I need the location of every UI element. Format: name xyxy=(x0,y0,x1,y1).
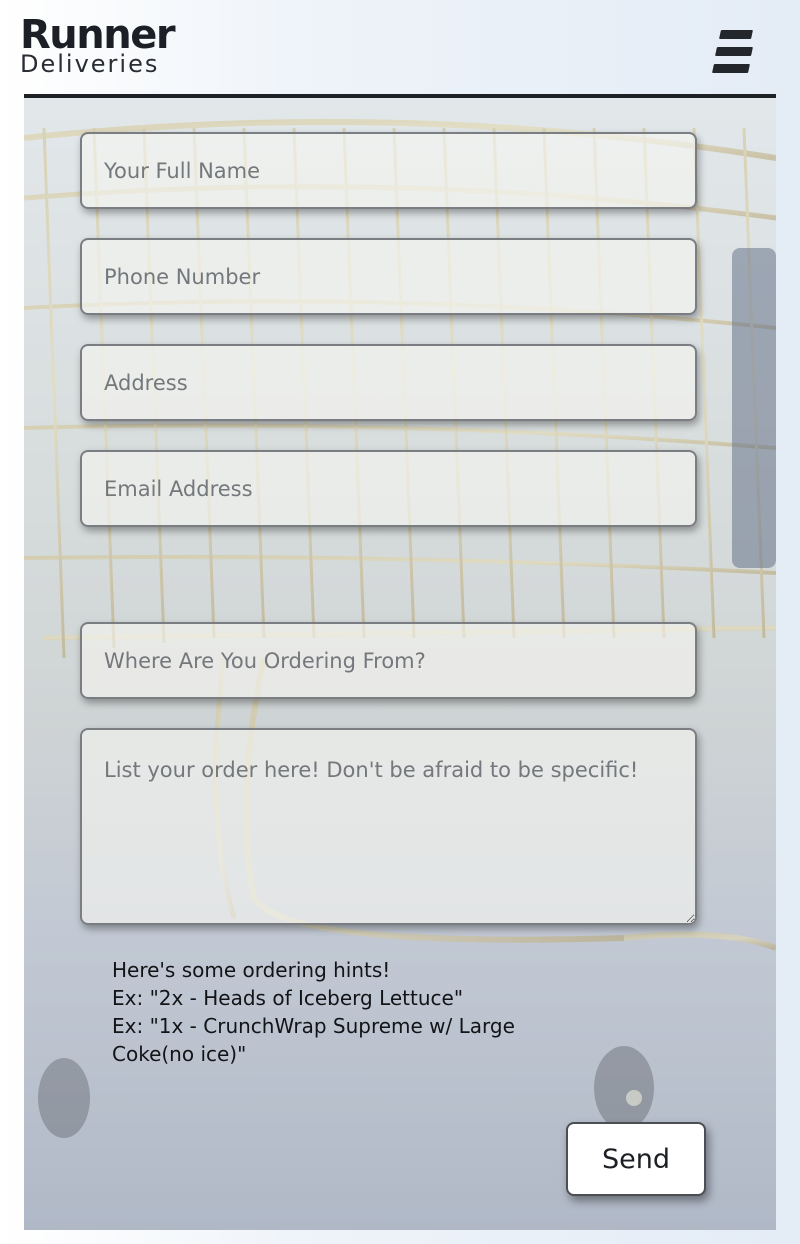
ordering-hints: Here's some ordering hints! Ex: "2x - He… xyxy=(112,956,582,1068)
brand-tagline: Deliveries xyxy=(20,50,160,78)
email-address-input[interactable] xyxy=(80,450,697,527)
hints-title: Here's some ordering hints! xyxy=(112,958,391,982)
order-details-textarea[interactable] xyxy=(80,728,697,925)
phone-number-input[interactable] xyxy=(80,238,697,315)
menu-bar xyxy=(712,64,750,73)
site-header: Runner Deliveries xyxy=(0,0,800,96)
hint-example: Ex: "2x - Heads of Iceberg Lettuce" xyxy=(112,986,464,1010)
full-name-input[interactable] xyxy=(80,132,697,209)
send-button[interactable]: Send xyxy=(566,1122,706,1196)
menu-bar xyxy=(715,47,753,56)
address-input[interactable] xyxy=(80,344,697,421)
hint-example: Ex: "1x - CrunchWrap Supreme w/ Large Co… xyxy=(112,1014,515,1066)
hamburger-menu-icon[interactable] xyxy=(710,26,758,82)
brand-logo[interactable]: Runner Deliveries xyxy=(20,14,176,78)
order-form-section: Here's some ordering hints! Ex: "2x - He… xyxy=(24,98,776,1230)
ordering-from-input[interactable] xyxy=(80,622,697,699)
menu-bar xyxy=(719,30,753,39)
